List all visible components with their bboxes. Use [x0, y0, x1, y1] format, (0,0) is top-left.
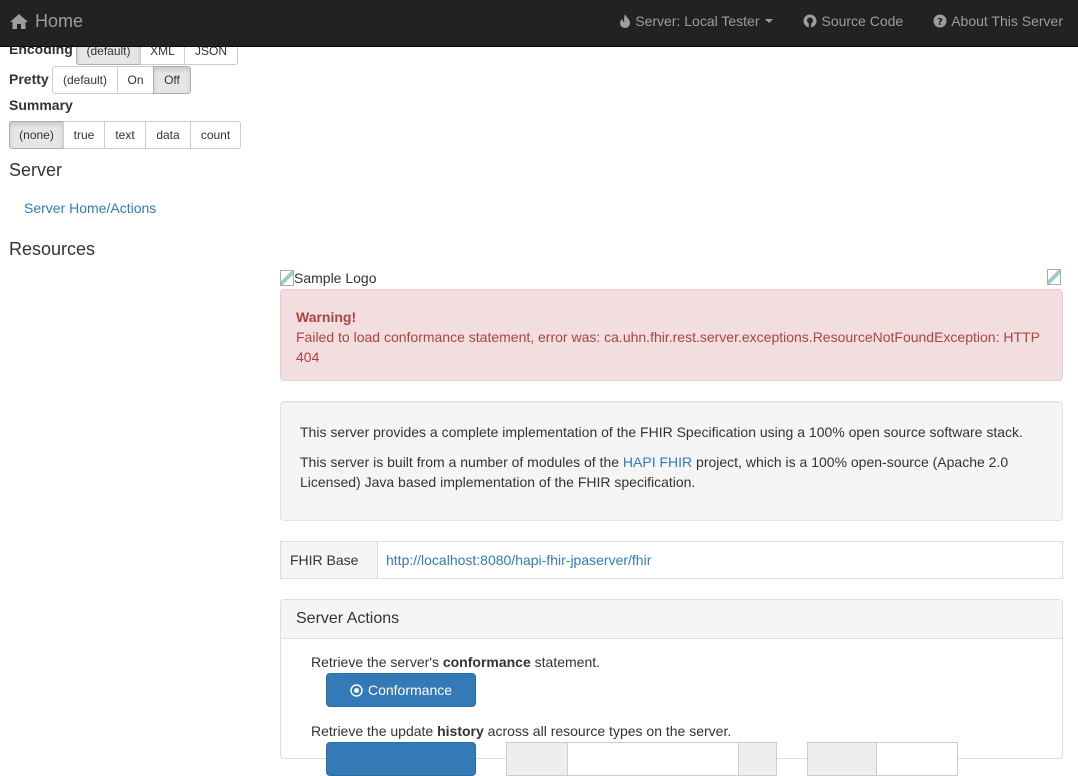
desc-text: across all resource types on the server. [483, 723, 732, 739]
home-link[interactable]: Home [9, 9, 83, 33]
desc-bold: history [437, 723, 484, 739]
server-home-link[interactable]: Server Home/Actions [24, 200, 156, 216]
fire-icon [620, 14, 631, 28]
summary-true-button[interactable]: true [63, 121, 105, 149]
source-code-label: Source Code [821, 13, 904, 29]
desc-text: statement. [530, 654, 601, 670]
conformance-button-label: Conformance [367, 682, 453, 698]
broken-image-icon [1047, 269, 1061, 285]
fhir-base-url-link[interactable]: http://localhost:8080/hapi-fhir-jpaserve… [386, 552, 651, 568]
conformance-description: Retrieve the server's conformance statem… [311, 654, 600, 670]
home-icon [10, 13, 28, 29]
hapi-fhir-link[interactable]: HAPI FHIR [623, 454, 692, 470]
intro-text: This server is built from a number of mo… [300, 454, 623, 470]
chevron-down-icon [765, 19, 774, 23]
server-dropdown[interactable]: Server: Local Tester [619, 13, 774, 29]
about-server-link[interactable]: ? About This Server [933, 13, 1063, 29]
history-description: Retrieve the update history across all r… [311, 723, 731, 739]
history-limit-input[interactable] [876, 742, 958, 776]
server-label: Server: Local Tester [635, 13, 760, 29]
question-circle-icon: ? [933, 14, 947, 28]
server-actions-title: Server Actions [281, 600, 1062, 639]
pretty-on-button[interactable]: On [117, 66, 154, 94]
history-button[interactable] [326, 742, 476, 776]
fhir-base-table: FHIR Base http://localhost:8080/hapi-fhi… [280, 541, 1063, 579]
svg-text:?: ? [937, 17, 943, 28]
desc-text: Retrieve the server's [311, 654, 443, 670]
pretty-default-button[interactable]: (default) [52, 66, 118, 94]
history-since-picker-addon[interactable] [738, 742, 777, 776]
sample-logo-alt-text: Sample Logo [294, 270, 377, 286]
history-limit-addon [807, 742, 877, 776]
pretty-off-button[interactable]: Off [153, 66, 191, 94]
summary-data-button[interactable]: data [145, 121, 191, 149]
sample-logo: Sample Logo [280, 270, 377, 286]
about-label: About This Server [951, 13, 1063, 29]
record-icon [350, 683, 363, 697]
desc-bold: conformance [442, 654, 531, 670]
top-navbar: Home Server: Local Tester Source Code ? … [0, 0, 1078, 47]
summary-count-button[interactable]: count [190, 121, 241, 149]
resources-heading: Resources [9, 239, 96, 259]
server-actions-panel: Server Actions Retrieve the server's con… [280, 599, 1063, 776]
pretty-options: (default) On Off [52, 66, 191, 94]
fhir-base-label: FHIR Base [281, 542, 378, 578]
pretty-label: Pretty [9, 71, 49, 87]
warning-alert: Warning! Failed to load conformance stat… [280, 289, 1063, 381]
summary-label: Summary [9, 97, 73, 113]
desc-text: Retrieve the update [311, 723, 438, 739]
intro-well: This server provides a complete implemen… [280, 401, 1063, 521]
summary-options: (none) true text data count [9, 121, 241, 149]
home-label: Home [35, 10, 84, 31]
server-heading: Server [9, 160, 63, 180]
intro-paragraph-2: This server is built from a number of mo… [300, 452, 1043, 492]
conformance-button[interactable]: Conformance [326, 673, 476, 707]
summary-none-button[interactable]: (none) [9, 121, 64, 149]
alert-title: Warning! [296, 309, 357, 325]
github-icon [803, 14, 817, 28]
broken-image-icon [280, 270, 294, 286]
history-since-addon [506, 742, 568, 776]
summary-text-button[interactable]: text [104, 121, 146, 149]
alert-message: Failed to load conformance statement, er… [296, 329, 1040, 365]
source-code-link[interactable]: Source Code [803, 13, 903, 29]
history-since-input[interactable] [567, 742, 739, 776]
intro-paragraph-1: This server provides a complete implemen… [300, 424, 1023, 440]
